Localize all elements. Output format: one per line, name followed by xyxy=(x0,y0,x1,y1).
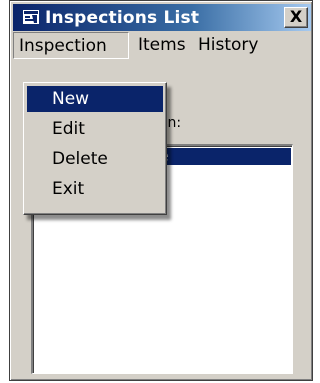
window-title: Inspections List xyxy=(45,8,200,28)
menu-inspection[interactable]: Inspection xyxy=(13,32,129,59)
menu-history[interactable]: History xyxy=(193,32,263,59)
menu-item-exit[interactable]: Exit xyxy=(27,176,163,202)
menu-bar: Inspection Items History xyxy=(13,32,311,62)
menu-items[interactable]: Items xyxy=(133,32,191,59)
menu-item-new[interactable]: New xyxy=(27,86,163,112)
close-button[interactable]: X xyxy=(284,7,308,28)
title-bar[interactable]: Inspections List X xyxy=(13,4,311,31)
window-app-icon xyxy=(23,10,39,24)
menu-item-delete[interactable]: Delete xyxy=(27,146,163,172)
menu-item-edit[interactable]: Edit xyxy=(27,116,163,142)
inspection-dropdown-menu: New Edit Delete Exit xyxy=(23,82,167,215)
inspections-list-window: Inspections List X Inspection Items Hist… xyxy=(9,0,313,381)
